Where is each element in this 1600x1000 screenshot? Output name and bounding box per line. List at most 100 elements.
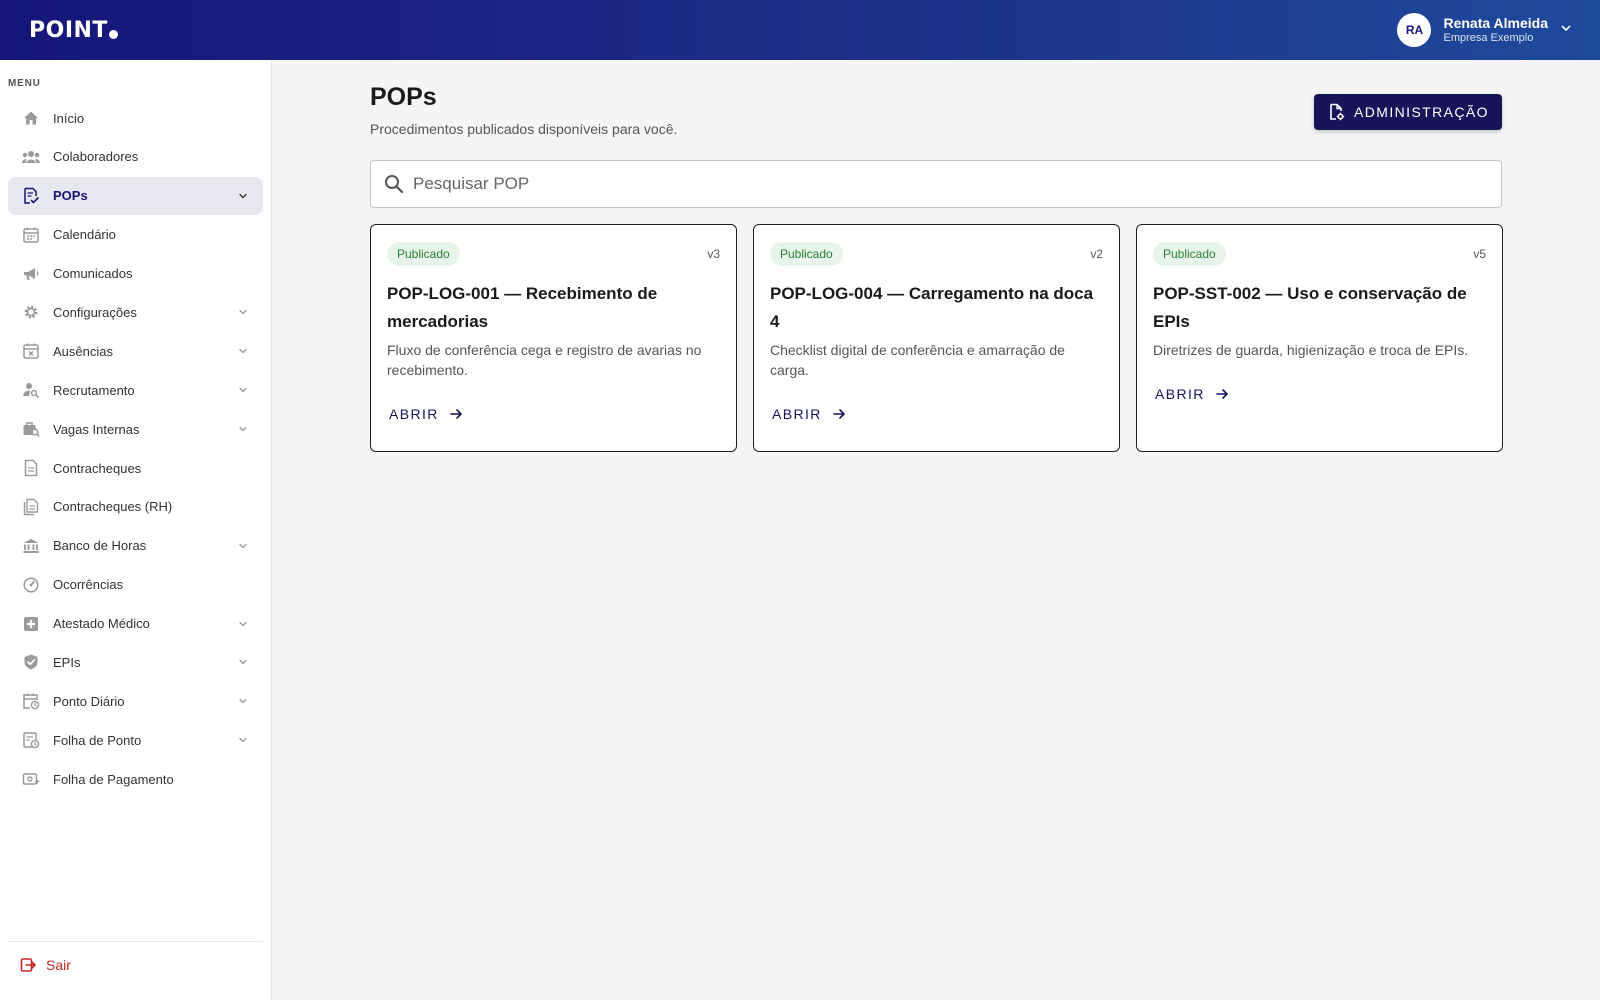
- sidebar-item-pops[interactable]: POPs: [8, 176, 263, 215]
- card-header: Publicado v3: [387, 241, 720, 267]
- calendar-icon: [21, 225, 41, 245]
- status-badge: Publicado: [1153, 242, 1226, 266]
- chevron-down-icon: [237, 190, 249, 202]
- top-header: POINT RA Renata Almeida Empresa Exemplo: [0, 0, 1600, 60]
- chevron-down-icon: [237, 306, 249, 318]
- open-button[interactable]: ABRIR: [1153, 382, 1231, 406]
- pop-card: Publicado v3 POP-LOG-001 — Recebimento de …: [370, 224, 737, 452]
- chevron-down-icon: [237, 540, 249, 552]
- sidebar-item-label: Banco de Horas: [53, 538, 147, 554]
- briefcase-search-icon: [21, 419, 41, 439]
- version-label: v2: [1090, 247, 1103, 261]
- open-label: ABRIR: [1155, 386, 1205, 402]
- person-search-icon: [21, 380, 41, 400]
- sidebar-item-colaboradores[interactable]: Colaboradores: [8, 138, 263, 176]
- user-company: Empresa Exemplo: [1443, 31, 1534, 44]
- bank-icon: [21, 536, 41, 556]
- administration-button[interactable]: ADMINISTRAÇÃO: [1314, 94, 1502, 130]
- sidebar-item-configuracoes[interactable]: Configurações: [8, 293, 263, 331]
- card-description: Checklist digital de conferência e amarr…: [770, 342, 1065, 378]
- gauge-icon: [21, 575, 41, 595]
- sidebar-item-label: Comunicados: [53, 266, 133, 282]
- sidebar-item-contracheques[interactable]: Contracheques: [8, 449, 263, 487]
- page-subtitle: Procedimentos publicados disponíveis par…: [370, 121, 678, 137]
- chevron-down-icon: [237, 423, 249, 435]
- arrow-right-icon: [832, 407, 846, 421]
- card-header: Publicado v2: [770, 241, 1103, 267]
- sidebar-item-label: Recrutamento: [53, 382, 135, 398]
- search-box[interactable]: [370, 160, 1502, 208]
- sidebar-item-banco-de-horas[interactable]: Banco de Horas: [8, 527, 263, 565]
- sidebar-item-ausencias[interactable]: Ausências: [8, 332, 263, 370]
- calendar-clock-icon: [21, 691, 41, 711]
- sidebar-item-folha-de-ponto[interactable]: Folha de Ponto: [8, 721, 263, 759]
- logo-dot: [108, 29, 118, 39]
- card-title: POP-SST-002 — Uso e conservação de EPIs: [1153, 284, 1467, 331]
- sidebar-divider: [8, 941, 263, 942]
- open-label: ABRIR: [772, 406, 822, 422]
- avatar: RA: [1397, 13, 1432, 47]
- pop-cards: Publicado v3 POP-LOG-001 — Recebimento de …: [370, 224, 1503, 452]
- sidebar-item-comunicados[interactable]: Comunicados: [8, 255, 263, 293]
- people-icon: [21, 147, 41, 167]
- card-description: Diretrizes de guarda, higienização e tro…: [1153, 342, 1469, 358]
- files-icon: [21, 497, 41, 517]
- logo-text: POINT: [29, 17, 108, 43]
- file-icon: [21, 458, 41, 478]
- chevron-down-icon: [1560, 21, 1572, 39]
- sidebar-item-recrutamento[interactable]: Recrutamento: [8, 371, 263, 409]
- administration-label: ADMINISTRAÇÃO: [1354, 104, 1489, 120]
- version-label: v5: [1473, 247, 1486, 261]
- timesheet-icon: [21, 730, 41, 750]
- arrow-right-icon: [1215, 387, 1229, 401]
- sidebar-item-ponto-diario[interactable]: Ponto Diário: [8, 682, 263, 720]
- sidebar-item-contracheques-rh[interactable]: Contracheques (RH): [8, 488, 263, 526]
- pop-card: Publicado v5 POP-SST-002 — Uso e conservaç…: [1136, 224, 1503, 452]
- sidebar-item-atestado-medico[interactable]: Atestado Médico: [8, 605, 263, 643]
- search-input[interactable]: [413, 174, 1463, 194]
- logout-label: Sair: [46, 957, 71, 973]
- megaphone-icon: [21, 264, 41, 284]
- user-menu[interactable]: RA Renata Almeida Empresa Exemplo: [1397, 13, 1572, 47]
- sidebar-item-calendario[interactable]: Calendário: [8, 216, 263, 254]
- sidebar-item-label: Calendário: [53, 227, 116, 243]
- arrow-right-icon: [449, 407, 463, 421]
- card-description: Fluxo de conferência cega e registro de …: [387, 342, 702, 378]
- logout-icon: [20, 955, 36, 975]
- sidebar-item-label: Contracheques (RH): [53, 499, 173, 515]
- card-header: Publicado v5: [1153, 241, 1486, 267]
- gear-icon: [21, 302, 41, 322]
- chevron-down-icon: [237, 384, 249, 396]
- sidebar-item-ocorrencias[interactable]: Ocorrências: [8, 566, 263, 604]
- chevron-down-icon: [237, 618, 249, 630]
- sidebar-item-label: Folha de Pagamento: [53, 771, 174, 787]
- payment-icon: [21, 769, 41, 789]
- app-logo[interactable]: POINT: [29, 18, 118, 43]
- open-button[interactable]: ABRIR: [387, 402, 465, 426]
- sidebar-item-label: Início: [53, 110, 85, 126]
- sidebar-item-label: Vagas Internas: [53, 421, 140, 437]
- shield-check-icon: [21, 652, 41, 672]
- sidebar-item-label: Ausências: [53, 343, 113, 359]
- document-check-icon: [21, 186, 41, 206]
- card-title: POP-LOG-001 — Recebimento de mercadorias: [387, 284, 658, 331]
- file-settings-icon: [1327, 103, 1345, 121]
- sidebar-item-label: Folha de Ponto: [53, 732, 142, 748]
- sidebar-item-label: Ponto Diário: [53, 693, 125, 709]
- sidebar-item-folha-de-pagamento[interactable]: Folha de Pagamento: [8, 760, 263, 798]
- chevron-down-icon: [237, 695, 249, 707]
- sidebar-item-label: Configurações: [53, 304, 137, 320]
- sidebar-item-epis[interactable]: EPIs: [8, 643, 263, 681]
- sidebar-item-inicio[interactable]: Início: [8, 99, 263, 137]
- version-label: v3: [707, 247, 720, 261]
- search-icon: [383, 173, 405, 195]
- chevron-down-icon: [237, 345, 249, 357]
- open-button[interactable]: ABRIR: [770, 402, 848, 426]
- card-title: POP-LOG-004 — Carregamento na doca 4: [770, 284, 1094, 331]
- open-label: ABRIR: [389, 406, 439, 422]
- home-icon: [21, 108, 41, 128]
- sidebar: MENU Início Colaboradores POPs Calendário Co…: [0, 60, 272, 1000]
- chevron-down-icon: [237, 656, 249, 668]
- logout-button[interactable]: Sair: [20, 955, 71, 975]
- sidebar-item-vagas-internas[interactable]: Vagas Internas: [8, 410, 263, 448]
